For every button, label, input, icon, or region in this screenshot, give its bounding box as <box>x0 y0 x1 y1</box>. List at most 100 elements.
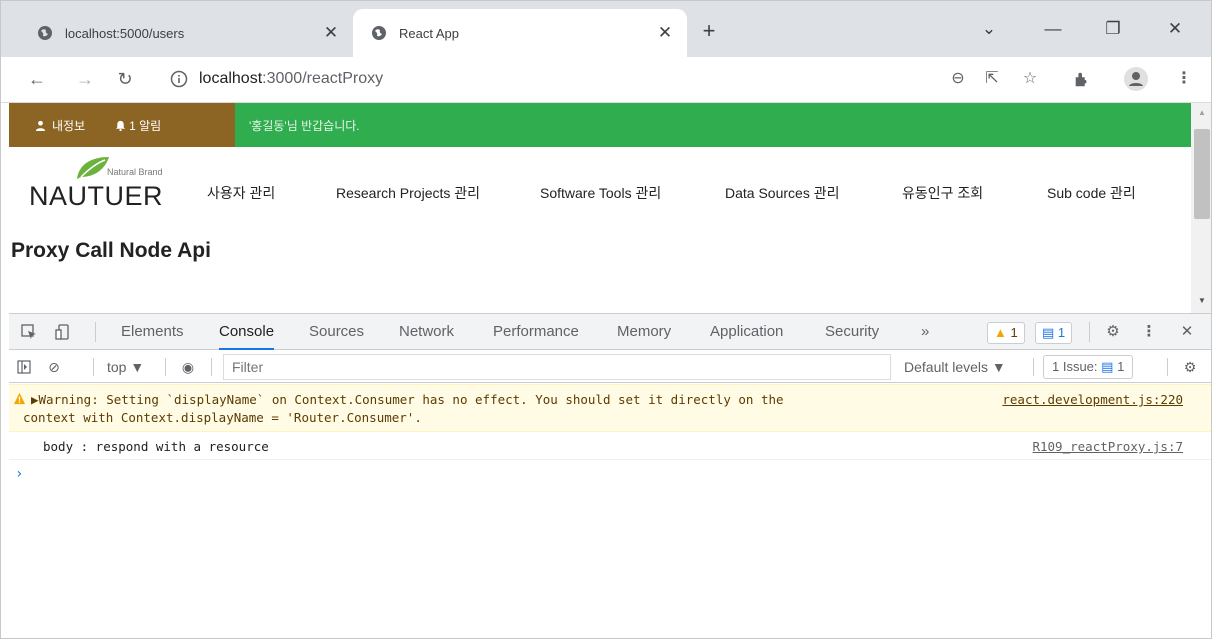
address-bar[interactable]: localhost:3000/reactProxy <box>157 62 977 96</box>
log-levels-dropdown[interactable]: Default levels ▼ <box>904 359 1006 375</box>
profile-avatar-icon[interactable] <box>1123 66 1149 92</box>
log-source-link[interactable]: R109_reactProxy.js:7 <box>1032 438 1183 455</box>
warning-text-line2: context with Context.displayName = 'Rout… <box>23 410 422 425</box>
scroll-up-arrow-icon[interactable]: ▲ <box>1191 105 1211 121</box>
globe-icon <box>372 26 386 40</box>
console-output: ▶Warning: Setting `displayName` on Conte… <box>9 384 1211 482</box>
logo-tagline: Natural Brand <box>107 167 163 177</box>
console-settings-gear-icon[interactable]: ⚙ <box>1179 356 1201 378</box>
greeting-text: '홍길동'님 반갑습니다. <box>249 119 360 133</box>
tab-security[interactable]: Security <box>825 314 879 350</box>
menu-kebab-icon[interactable]: ⋮ <box>1171 66 1197 92</box>
separator <box>93 358 94 376</box>
forward-button[interactable]: → <box>71 65 99 93</box>
page-title: Proxy Call Node Api <box>11 239 211 262</box>
menu-floating-population[interactable]: 유동인구 조회 <box>902 183 983 203</box>
menu-user-management[interactable]: 사용자 관리 <box>207 183 275 203</box>
site-top-bar: 내정보 1 알림 '홍길동'님 반갑습니다. <box>9 103 1191 147</box>
close-devtools-icon[interactable]: ✕ <box>1175 320 1199 344</box>
inspect-element-icon[interactable] <box>17 320 41 344</box>
alerts-link[interactable]: 1 알림 <box>115 117 161 134</box>
url-text: localhost:3000/reactProxy <box>199 70 384 87</box>
customize-kebab-icon[interactable]: ⋮ <box>1137 320 1161 344</box>
log-text: body : respond with a resource <box>43 439 269 454</box>
console-warning-message[interactable]: ▶Warning: Setting `displayName` on Conte… <box>9 384 1211 432</box>
tab-memory[interactable]: Memory <box>617 314 671 350</box>
close-window-button[interactable]: ✕ <box>1155 15 1195 43</box>
warning-count-badge[interactable]: ▲ 1 <box>987 322 1025 344</box>
separator <box>95 322 96 342</box>
tab-performance[interactable]: Performance <box>493 314 579 350</box>
menu-sub-code[interactable]: Sub code 관리 <box>1047 183 1136 203</box>
tab-sources[interactable]: Sources <box>309 314 364 350</box>
separator <box>211 358 212 376</box>
tab-search-icon[interactable]: ⌄ <box>969 15 1009 43</box>
more-tabs-button[interactable]: » <box>921 314 929 350</box>
warning-triangle-icon <box>13 392 26 409</box>
page-viewport: 내정보 1 알림 '홍길동'님 반갑습니다. Natural Brand NAU… <box>9 103 1191 313</box>
eye-icon[interactable]: ◉ <box>177 356 199 378</box>
settings-gear-icon[interactable]: ⚙ <box>1101 320 1125 344</box>
message-icon: ▤ <box>1101 359 1114 374</box>
bell-icon <box>116 120 126 131</box>
warning-text-line1: ▶Warning: Setting `displayName` on Conte… <box>31 392 784 407</box>
issues-button[interactable]: 1 Issue: ▤ 1 <box>1043 355 1134 379</box>
user-box: 내정보 1 알림 <box>9 103 235 147</box>
menu-data-sources[interactable]: Data Sources 관리 <box>725 183 839 203</box>
warning-count: 1 <box>1010 325 1018 340</box>
issues-label: 1 Issue: <box>1052 359 1098 374</box>
browser-toolbar: ← → ↻ localhost:3000/reactProxy ⊖ ⇱ ☆ ⋮ <box>1 57 1211 103</box>
site-logo[interactable]: Natural Brand NAUTUER <box>29 155 219 217</box>
bookmark-star-icon[interactable]: ☆ <box>1017 66 1043 92</box>
message-icon: ▤ <box>1042 325 1055 340</box>
separator <box>1033 358 1034 376</box>
tab-strip: localhost:5000/users ✕ React App ✕ + ⌄ —… <box>1 1 1211 57</box>
tab-network[interactable]: Network <box>399 314 454 350</box>
alerts-label: 1 알림 <box>129 118 162 133</box>
filter-input[interactable] <box>223 354 891 380</box>
minimize-button[interactable]: — <box>1033 15 1073 43</box>
tab-react-app[interactable]: React App ✕ <box>353 9 687 57</box>
warning-source-link[interactable]: react.development.js:220 <box>1002 391 1183 408</box>
devtools-panel: Elements Console Sources Network Perform… <box>9 313 1211 638</box>
scrollbar-thumb[interactable] <box>1194 129 1210 219</box>
close-tab-icon[interactable]: ✕ <box>317 23 345 43</box>
clear-console-icon[interactable]: ⊘ <box>43 356 65 378</box>
tab-title: localhost:5000/users <box>65 25 185 41</box>
menu-research-projects[interactable]: Research Projects 관리 <box>336 183 480 203</box>
leaf-logo-icon <box>77 157 109 179</box>
context-selector[interactable]: top ▼ <box>107 359 144 375</box>
info-icon[interactable] <box>169 69 189 89</box>
separator <box>165 358 166 376</box>
user-icon <box>35 120 46 131</box>
console-log-message[interactable]: body : respond with a resource R109_reac… <box>9 432 1211 460</box>
page-scrollbar[interactable]: ▲ ▼ <box>1191 103 1211 313</box>
device-toolbar-icon[interactable] <box>51 320 75 344</box>
console-prompt-icon[interactable]: › <box>15 466 23 482</box>
my-info-label: 내정보 <box>52 118 86 133</box>
tab-application[interactable]: Application <box>710 314 783 350</box>
issues-count: 1 <box>1117 359 1125 374</box>
tab-users[interactable]: localhost:5000/users ✕ <box>19 9 353 57</box>
tab-elements[interactable]: Elements <box>121 314 184 350</box>
menu-software-tools[interactable]: Software Tools 관리 <box>540 183 661 203</box>
back-button[interactable]: ← <box>23 65 51 93</box>
my-info-link[interactable]: 내정보 <box>35 117 85 134</box>
reload-button[interactable]: ↻ <box>111 65 139 93</box>
extensions-icon[interactable] <box>1069 66 1095 92</box>
zoom-icon[interactable]: ⊖ <box>945 66 971 92</box>
scroll-down-arrow-icon[interactable]: ▼ <box>1191 293 1211 309</box>
restore-button[interactable]: ❐ <box>1093 15 1133 43</box>
sidebar-toggle-icon[interactable] <box>13 356 35 378</box>
browser-window: localhost:5000/users ✕ React App ✕ + ⌄ —… <box>0 0 1212 639</box>
share-icon[interactable]: ⇱ <box>979 66 1005 92</box>
new-tab-button[interactable]: + <box>697 17 721 45</box>
tab-console[interactable]: Console <box>219 314 275 350</box>
globe-icon <box>38 26 52 40</box>
warning-icon: ▲ <box>994 325 1007 340</box>
devtools-tab-bar: Elements Console Sources Network Perform… <box>9 314 1211 350</box>
separator <box>1167 358 1168 376</box>
info-count-badge[interactable]: ▤ 1 <box>1035 322 1073 344</box>
separator <box>1089 322 1090 342</box>
close-tab-icon[interactable]: ✕ <box>651 23 679 43</box>
